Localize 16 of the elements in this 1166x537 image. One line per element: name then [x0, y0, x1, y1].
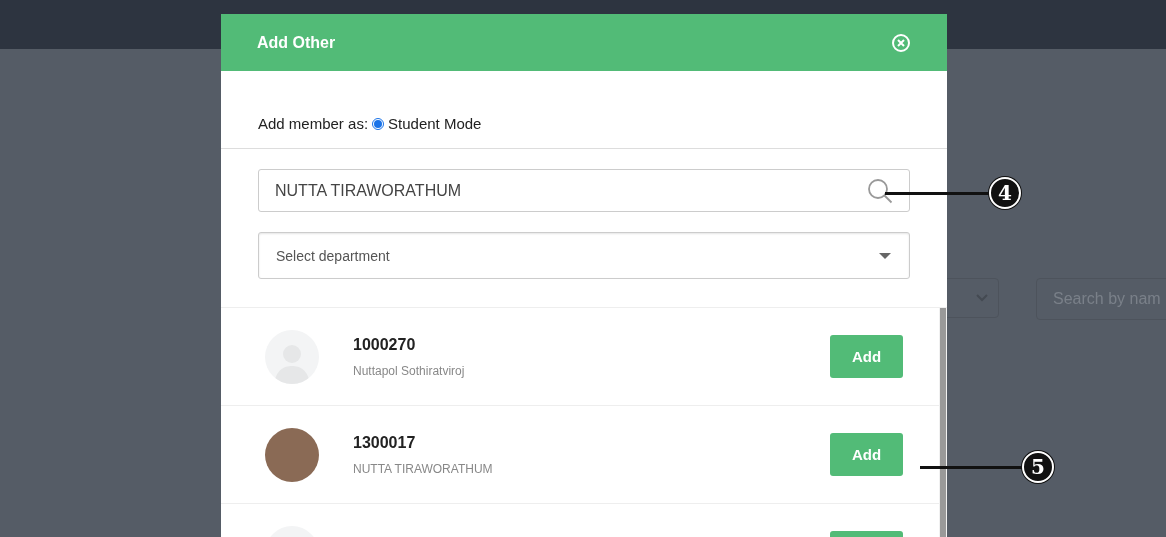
- member-name: NUTTA TIRAWORATHUM: [353, 461, 494, 476]
- mode-option-label[interactable]: Student Mode: [388, 115, 482, 132]
- scrollbar[interactable]: [939, 308, 947, 537]
- close-button[interactable]: [891, 32, 911, 53]
- member-id: 1000270: [353, 335, 417, 354]
- search-field[interactable]: NUTTA TIRAWORATHUM: [258, 169, 910, 212]
- callout-number: 5: [1022, 451, 1054, 483]
- member-name: Nuttapol Sothiratviroj: [353, 363, 466, 378]
- caret-down-icon: [879, 252, 891, 259]
- department-dropdown[interactable]: Select department: [258, 232, 910, 279]
- dialog-title: Add Other: [257, 33, 336, 52]
- search-icon[interactable]: [867, 177, 893, 204]
- callout-number: 4: [989, 177, 1021, 209]
- member-id: 1300017: [353, 433, 417, 452]
- mode-label: Add member as:: [258, 115, 369, 132]
- photo-placeholder: [265, 427, 319, 482]
